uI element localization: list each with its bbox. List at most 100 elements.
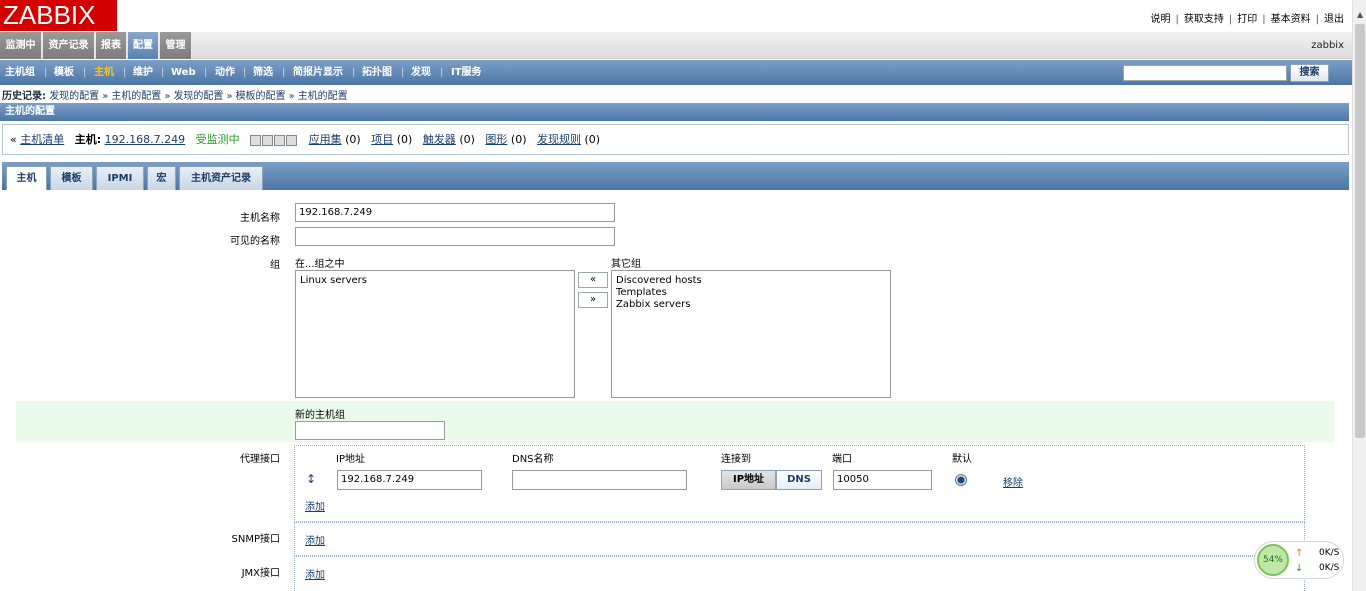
tab-ipmi[interactable]: IPMI [96, 166, 144, 190]
port-column-header: 端口 [832, 454, 852, 465]
ipmi-availability-icon [286, 134, 298, 146]
in-groups-list[interactable]: Linux servers [295, 270, 575, 398]
discovery-rules-count: (0) [584, 133, 601, 146]
submenu-maintenance[interactable]: 维护 [133, 60, 153, 85]
vertical-scrollbar[interactable]: ▲ [1352, 0, 1366, 591]
port-input[interactable]: 10050 [833, 470, 932, 490]
network-speed-widget[interactable]: 54% ↑ ↓ 0K/S 0K/S [1254, 541, 1344, 579]
submenu-hosts[interactable]: 主机 [94, 60, 114, 85]
drag-handle-icon[interactable]: ↕ [306, 472, 316, 486]
history-item[interactable]: 主机的配置 [298, 91, 348, 102]
list-item[interactable]: Templates [616, 287, 886, 299]
search-button[interactable]: 搜索 [1290, 64, 1329, 82]
tab-host[interactable]: 主机 [6, 166, 47, 190]
page: ZABBIX 说明 | 获取支持 | 打印 | 基本资料 | 退出 监测中 资产记录 报表 配置… [0, 0, 1366, 591]
submenu-web[interactable]: Web [171, 60, 196, 85]
scroll-thumb[interactable] [1355, 24, 1365, 438]
other-groups-label: 其它组 [611, 259, 641, 270]
new-group-input[interactable] [295, 421, 445, 440]
items-count: (0) [396, 133, 413, 146]
download-arrow-icon: ↓ [1295, 563, 1304, 574]
new-group-row [16, 401, 1334, 442]
breadcrumb: 历史记录: 发现的配置» 主机的配置» 发现的配置» 模板的配置» 主机的配置 [2, 91, 348, 102]
back-arrow-icon: « [10, 133, 17, 146]
list-item[interactable]: Discovered hosts [616, 275, 886, 287]
add-agent-interface-link[interactable]: 添加 [305, 498, 325, 513]
logout-link[interactable]: 退出 [1324, 14, 1344, 25]
submenu-filters[interactable]: 筛选 [253, 60, 273, 85]
print-link[interactable]: 打印 [1237, 14, 1257, 25]
submenu-actions[interactable]: 动作 [215, 60, 235, 85]
upload-speed: 0K/S [1319, 548, 1340, 558]
add-jmx-interface-link[interactable]: 添加 [305, 566, 325, 581]
search-input[interactable] [1123, 65, 1287, 81]
history-item[interactable]: 发现的配置 [173, 91, 223, 102]
host-name-link[interactable]: 192.168.7.249 [105, 133, 185, 146]
submenu-it-services[interactable]: IT服务 [451, 60, 482, 85]
submenu-discovery[interactable]: 发现 [411, 60, 431, 85]
main-menu: 监测中 资产记录 报表 配置 管理 [0, 32, 1352, 59]
applications-link[interactable]: 应用集 [309, 133, 342, 146]
list-item[interactable]: Linux servers [300, 275, 570, 287]
applications-count: (0) [345, 133, 361, 146]
ip-input[interactable]: 192.168.7.249 [337, 470, 482, 490]
jmx-availability-icon [274, 134, 286, 146]
default-column-header: 默认 [952, 454, 972, 465]
network-usage-gauge: 54% [1257, 544, 1289, 576]
connect-dns-button[interactable]: DNS [776, 470, 822, 490]
graphs-link[interactable]: 图形 [485, 133, 507, 146]
remove-interface-link[interactable]: 移除 [1003, 474, 1023, 489]
visible-name-input[interactable] [295, 227, 615, 246]
monitored-status[interactable]: 受监测中 [196, 133, 240, 146]
items-link[interactable]: 项目 [371, 133, 393, 146]
move-left-button[interactable]: « [578, 272, 608, 288]
agent-interfaces-label: 代理接口 [240, 454, 280, 465]
tab-templates[interactable]: 模板 [50, 166, 93, 190]
tab-bar: 主机 模板 IPMI 宏 主机资产记录 [2, 162, 1349, 190]
submenu-maps[interactable]: 拓扑图 [362, 60, 392, 85]
scroll-up-icon[interactable]: ▲ [1357, 10, 1363, 19]
zabbix-logo[interactable]: ZABBIX [0, 0, 117, 31]
history-item[interactable]: 模板的配置 [236, 91, 286, 102]
other-groups-list[interactable]: Discovered hosts Templates Zabbix server… [611, 270, 891, 398]
submenu-templates[interactable]: 模板 [54, 60, 74, 85]
list-item[interactable]: Zabbix servers [616, 299, 886, 311]
profile-link[interactable]: 基本资料 [1271, 14, 1311, 25]
host-list-link[interactable]: 主机清单 [20, 133, 64, 146]
upload-arrow-icon: ↑ [1295, 548, 1304, 559]
in-groups-label: 在...组之中 [295, 259, 345, 270]
history-item[interactable]: 主机的配置 [111, 91, 161, 102]
ip-column-header: IP地址 [336, 454, 365, 465]
get-support-link[interactable]: 获取支持 [1184, 14, 1224, 25]
tab-macros[interactable]: 宏 [147, 166, 176, 190]
host-label: 主机: [74, 133, 102, 146]
host-name-label: 主机名称 [240, 213, 280, 224]
add-snmp-interface-link[interactable]: 添加 [305, 532, 325, 547]
page-title: 主机的配置 [0, 103, 1349, 121]
jmx-interfaces-label: JMX接口 [241, 568, 280, 579]
visible-name-label: 可见的名称 [230, 236, 280, 247]
new-group-label: 新的主机组 [295, 410, 345, 421]
download-speed: 0K/S [1319, 563, 1340, 573]
dns-column-header: DNS名称 [512, 454, 554, 465]
triggers-count: (0) [459, 133, 475, 146]
help-link[interactable]: 说明 [1151, 14, 1171, 25]
tab-inventory[interactable]: 主机资产记录 [179, 166, 263, 190]
discovery-rules-link[interactable]: 发现规则 [537, 133, 581, 146]
default-radio[interactable] [955, 474, 967, 486]
triggers-link[interactable]: 触发器 [423, 133, 456, 146]
menu-configuration[interactable]: 配置 [128, 32, 159, 59]
move-right-button[interactable]: » [578, 292, 608, 308]
menu-inventory[interactable]: 资产记录 [43, 32, 95, 59]
dns-input[interactable] [512, 470, 687, 490]
history-item[interactable]: 发现的配置 [49, 91, 99, 102]
menu-monitoring[interactable]: 监测中 [0, 32, 42, 59]
submenu-slides[interactable]: 简报片显示 [293, 60, 343, 85]
submenu-host-groups[interactable]: 主机组 [5, 60, 35, 85]
jmx-interfaces-box [294, 556, 1305, 591]
menu-reports[interactable]: 报表 [96, 32, 127, 59]
snmp-interfaces-label: SNMP接口 [231, 534, 281, 545]
menu-administration[interactable]: 管理 [160, 32, 192, 59]
host-name-input[interactable]: 192.168.7.249 [295, 203, 615, 222]
connect-ip-button[interactable]: IP地址 [721, 470, 776, 490]
